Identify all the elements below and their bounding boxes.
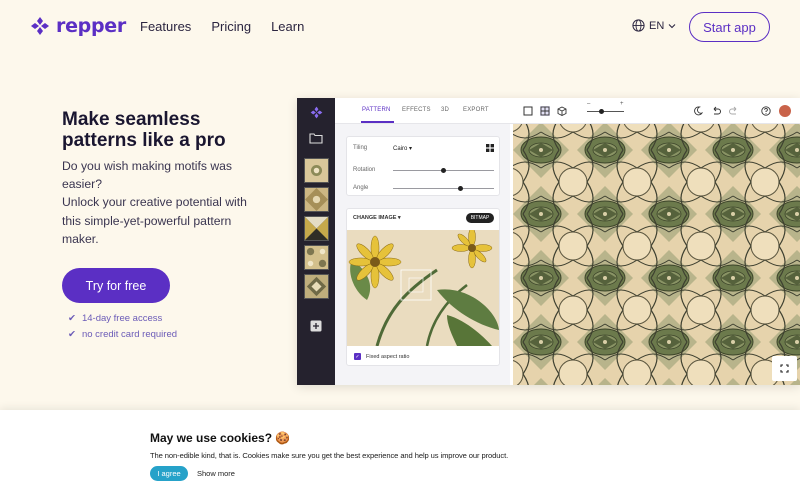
angle-label: Angle <box>353 185 369 191</box>
brand-logo[interactable]: repper <box>30 15 126 37</box>
tiling-value: Cairo <box>393 146 408 152</box>
pattern-thumbnail[interactable] <box>304 187 329 212</box>
add-pattern-icon[interactable] <box>310 320 322 332</box>
show-more-link[interactable]: Show more <box>197 469 235 478</box>
rotation-slider-knob[interactable] <box>441 168 446 174</box>
perks-list: ✔ 14-day free access ✔ no credit card re… <box>68 311 177 342</box>
angle-slider-knob[interactable] <box>458 186 464 192</box>
hero-description-line: Unlock your creative potential with <box>62 195 247 210</box>
angle-slider[interactable] <box>393 186 494 192</box>
canvas-toolbar: – + <box>510 98 800 124</box>
bitmap-badge[interactable]: BITMAP <box>466 213 494 223</box>
folder-icon[interactable] <box>309 132 323 144</box>
rotation-label: Rotation <box>353 167 376 173</box>
hero-description-line: maker. <box>62 231 99 246</box>
fixed-aspect-checkbox[interactable]: ✓ Fixed aspect ratio <box>354 353 409 360</box>
perk-label: 14-day free access <box>81 313 163 324</box>
user-avatar[interactable] <box>779 105 791 117</box>
checkmark-icon: ✔ <box>68 313 76 324</box>
help-icon[interactable] <box>761 106 771 116</box>
pattern-thumbnail[interactable] <box>304 216 329 241</box>
pattern-canvas[interactable] <box>513 124 800 385</box>
tiling-label: Tiling <box>353 145 368 151</box>
language-selector[interactable]: EN <box>632 19 676 32</box>
perk-item: ✔ no credit card required <box>68 327 177 343</box>
cookie-text: The non-edible kind, that is. Cookies ma… <box>150 451 509 460</box>
grid-view-icon[interactable] <box>486 144 494 152</box>
zoom-slider-knob[interactable] <box>599 109 605 114</box>
hero-description-line: this simple-yet-powerful pattern <box>62 213 232 228</box>
hero-description: Do you wish making motifs was easier? Un… <box>62 157 262 248</box>
try-for-free-button[interactable]: Try for free <box>62 268 170 303</box>
dark-mode-icon[interactable] <box>693 106 703 116</box>
brand-name: repper <box>56 15 126 37</box>
start-app-button[interactable]: Start app <box>689 12 770 42</box>
tiling-select[interactable]: Cairo ▾ <box>393 145 412 152</box>
checkmark-icon: ✔ <box>68 328 76 340</box>
rotation-slider[interactable] <box>393 168 494 174</box>
nav-links: Features Pricing Learn <box>140 19 304 34</box>
app-sidebar <box>297 98 335 385</box>
square-view-icon[interactable] <box>523 106 533 116</box>
fullscreen-icon <box>780 364 789 373</box>
repper-logo-icon <box>310 106 323 119</box>
language-label: EN <box>649 19 665 32</box>
hero-description-line: easier? <box>62 177 102 192</box>
tile-grid-icon[interactable] <box>540 106 550 116</box>
perk-item: ✔ 14-day free access <box>68 311 177 327</box>
zoom-out-label[interactable]: – <box>587 101 590 107</box>
app-preview: PATTERN EFFECTS 3D EXPORT Tiling Cairo ▾… <box>297 98 800 385</box>
top-nav: repper Features Pricing Learn EN Start a… <box>0 0 800 54</box>
checkbox-checked-icon: ✓ <box>354 353 361 360</box>
nav-link-features[interactable]: Features <box>140 19 191 34</box>
nav-link-pricing[interactable]: Pricing <box>211 19 251 34</box>
repper-logo-icon <box>31 17 49 35</box>
change-image-label: CHANGE IMAGE <box>353 215 397 221</box>
change-image-button[interactable]: CHANGE IMAGE ▾ <box>353 215 401 221</box>
source-image[interactable] <box>347 230 500 346</box>
hero-title: Make seamless patterns like a pro <box>62 109 226 151</box>
tab-effects[interactable]: EFFECTS <box>402 107 431 113</box>
globe-icon <box>632 19 645 32</box>
cookie-title: May we use cookies? 🍪 <box>150 431 291 445</box>
tab-pattern[interactable]: PATTERN <box>362 107 391 113</box>
pattern-thumbnail[interactable] <box>304 274 329 299</box>
image-card: CHANGE IMAGE ▾ BITMAP ✓ Fixed aspect rat… <box>346 208 500 366</box>
tab-3d[interactable]: 3D <box>441 107 449 113</box>
cookie-banner: May we use cookies? 🍪 The non-edible kin… <box>0 410 800 500</box>
pattern-thumbnail[interactable] <box>304 245 329 270</box>
undo-icon[interactable] <box>711 106 721 116</box>
hero-description-line: Do you wish making motifs was <box>62 159 233 173</box>
panel-tabs: PATTERN EFFECTS 3D EXPORT <box>335 98 510 124</box>
fullscreen-button[interactable] <box>772 356 797 381</box>
perk-label: no credit card required <box>81 328 178 340</box>
cube-3d-icon[interactable] <box>557 106 567 116</box>
settings-panel: PATTERN EFFECTS 3D EXPORT Tiling Cairo ▾… <box>335 98 510 385</box>
tab-export[interactable]: EXPORT <box>463 107 489 113</box>
agree-button[interactable]: I agree <box>150 466 188 481</box>
zoom-slider[interactable] <box>587 109 624 114</box>
zoom-in-label[interactable]: + <box>620 101 624 107</box>
chevron-down-icon <box>668 23 676 28</box>
tiling-card: Tiling Cairo ▾ Rotation Angle <box>346 136 500 196</box>
fixed-aspect-label: Fixed aspect ratio <box>366 353 410 360</box>
nav-link-learn[interactable]: Learn <box>271 19 304 34</box>
redo-icon[interactable] <box>729 106 739 116</box>
active-tab-indicator <box>361 121 394 123</box>
pattern-thumbnail[interactable] <box>304 158 329 183</box>
